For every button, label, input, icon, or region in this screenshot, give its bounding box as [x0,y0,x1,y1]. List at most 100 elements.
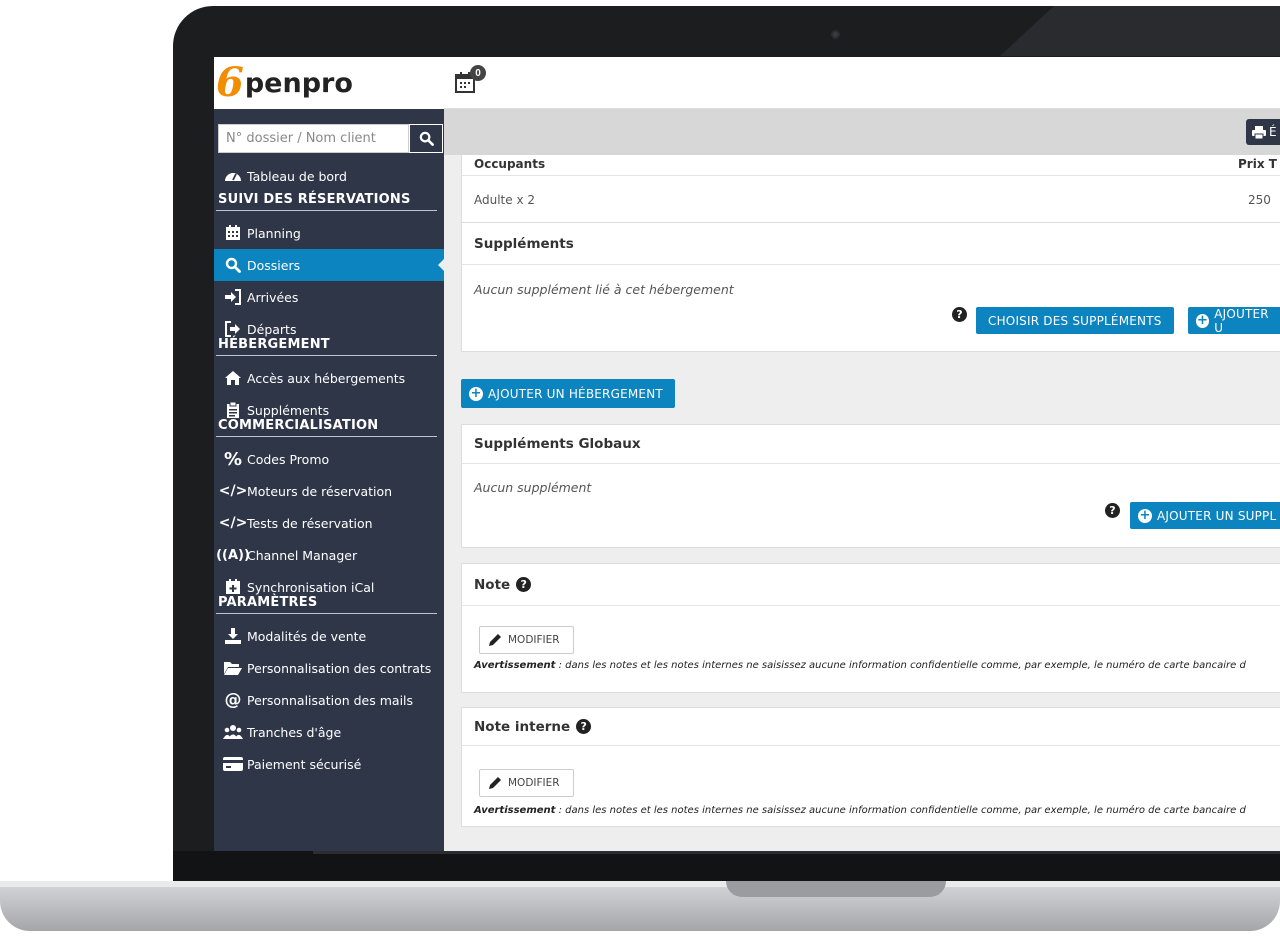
global-supplements-empty: Aucun supplément [474,480,592,495]
help-icon[interactable]: ? [1105,503,1120,518]
note-title-bar: Note ? [462,564,1280,606]
sidebar-item-ical[interactable]: Synchronisation iCal [214,571,444,603]
sidebar-item-contrats[interactable]: Personnalisation des contrats [214,652,444,684]
app-screen: 6 penpro N° dossier / Nom client Tableau… [214,57,1280,852]
sidebar-item-codes-promo[interactable]: % Codes Promo [214,443,444,475]
sidebar-item-label: Tranches d'âge [247,724,342,740]
sidebar-item-tranches[interactable]: Tranches d'âge [214,716,444,748]
sidebar-item-departs[interactable]: Départs [214,313,444,345]
calendar-icon [222,225,244,241]
pencil-icon [489,634,501,646]
add-supplement-button[interactable]: + AJOUTER U [1188,307,1280,335]
at-icon: @ [224,690,242,710]
main-content: Occupants Prix T Adulte x 2 250 Suppléme… [444,155,1280,852]
help-icon[interactable]: ? [516,577,532,592]
internal-note-panel: Note interne ? MODIFIER Avertissement : … [461,707,1280,827]
sidebar: 6 penpro N° dossier / Nom client Tableau… [214,57,444,852]
broadcast-tower-icon: ((A)) [216,547,250,563]
notification-badge: 0 [470,65,486,81]
note-warning: Avertissement : dans les notes et les no… [474,660,1246,671]
search-input[interactable]: N° dossier / Nom client [218,124,409,153]
global-supplements-title-bar: Suppléments Globaux [462,425,1280,464]
laptop-notch [726,881,946,897]
warning-text: : dans les notes et les notes internes n… [555,660,1246,671]
search-icon [419,131,434,146]
help-icon[interactable]: ? [576,719,592,734]
top-bar: 0 [444,57,1280,109]
dashboard-icon [222,168,244,184]
help-icon[interactable]: ? [952,307,967,322]
internal-note-title: Note interne [474,718,571,735]
sidebar-item-label: Accès aux hébergements [247,370,406,386]
sidebar-item-label: Codes Promo [247,451,330,467]
sidebar-item-label: Moteurs de réservation [247,483,393,499]
price-column: Prix T [1238,157,1277,171]
section-suivi: SUIVI DES RÉSERVATIONS [216,192,437,211]
clipboard-icon [222,402,244,418]
add-global-supplement-label: AJOUTER UN SUPPL [1157,508,1277,523]
pencil-icon [489,777,501,789]
modify-internal-note-label: MODIFIER [508,777,560,789]
sidebar-item-planning[interactable]: Planning [214,217,444,249]
plus-circle-icon: + [469,385,483,401]
accommodation-panel: Occupants Prix T Adulte x 2 250 Suppléme… [461,155,1280,352]
sidebar-item-mails[interactable]: @ Personnalisation des mails [214,684,444,716]
occupant-label: Adulte x 2 [474,193,536,207]
sidebar-item-modalites[interactable]: Modalités de vente [214,620,444,652]
sidebar-item-label: Paiement sécurisé [247,756,362,772]
sidebar-item-dossiers[interactable]: Dossiers [214,249,444,281]
code-icon: </> [218,483,248,499]
supplements-title-bar: Suppléments [462,223,1280,265]
sidebar-item-tests[interactable]: </> Tests de réservation [214,507,444,539]
sidebar-item-acces[interactable]: Accès aux hébergements [214,362,444,394]
sidebar-item-label: Planning [247,225,301,241]
logo-text: penpro [244,67,353,99]
sidebar-item-label: Personnalisation des mails [247,692,414,708]
print-button[interactable]: É [1246,119,1280,145]
print-label: É [1269,125,1277,139]
plus-circle-icon: + [1138,507,1152,523]
sidebar-item-label: Arrivées [247,289,299,305]
search-icon [222,257,244,273]
sign-out-icon [222,321,244,337]
choose-supplements-button[interactable]: CHOISIR DES SUPPLÉMENTS [976,307,1174,334]
sidebar-item-label: Personnalisation des contrats [247,660,432,676]
download-icon [222,628,244,644]
credit-card-icon [222,757,244,771]
sidebar-item-label: Suppléments [247,402,330,418]
warning-label: Avertissement [474,805,556,816]
plus-circle-icon: + [1196,312,1210,328]
modify-note-label: MODIFIER [508,634,560,646]
occupant-price: 250 [1248,193,1271,207]
add-accommodation-button[interactable]: + AJOUTER UN HÉBERGEMENT [461,379,675,408]
calendar-plus-icon [222,579,244,595]
webcam [831,30,840,39]
bezel-bottom [173,851,1280,881]
sidebar-item-arrivees[interactable]: Arrivées [214,281,444,313]
sidebar-item-label: Tests de réservation [247,515,373,531]
modify-note-button[interactable]: MODIFIER [479,626,574,654]
logo[interactable]: 6 penpro [214,57,444,109]
sidebar-item-supplements[interactable]: Suppléments [214,394,444,426]
sidebar-item-channel[interactable]: ((A)) Channel Manager [214,539,444,571]
sidebar-item-moteurs[interactable]: </> Moteurs de réservation [214,475,444,507]
sidebar-item-dashboard[interactable]: Tableau de bord [214,160,444,192]
global-supplements-panel: Suppléments Globaux Aucun supplément ? +… [461,424,1280,548]
folder-open-icon [222,660,244,676]
users-icon [222,724,244,740]
sidebar-item-label: Modalités de vente [247,628,367,644]
supplements-title: Suppléments [474,235,574,252]
print-icon [1252,125,1266,139]
sidebar-item-label: Tableau de bord [247,168,347,184]
sign-in-icon [222,289,244,305]
modify-internal-note-button[interactable]: MODIFIER [479,769,574,797]
code-icon: </> [218,515,248,531]
add-global-supplement-button[interactable]: + AJOUTER UN SUPPL [1130,502,1280,529]
sidebar-item-paiement[interactable]: Paiement sécurisé [214,748,444,780]
add-accommodation-label: AJOUTER UN HÉBERGEMENT [488,386,663,401]
search-button[interactable] [409,124,443,153]
toolbar: É [444,109,1280,155]
laptop-base [0,881,1280,931]
laptop-base-lip [0,881,1280,887]
occupants-row: Adulte x 2 250 [462,177,1280,223]
